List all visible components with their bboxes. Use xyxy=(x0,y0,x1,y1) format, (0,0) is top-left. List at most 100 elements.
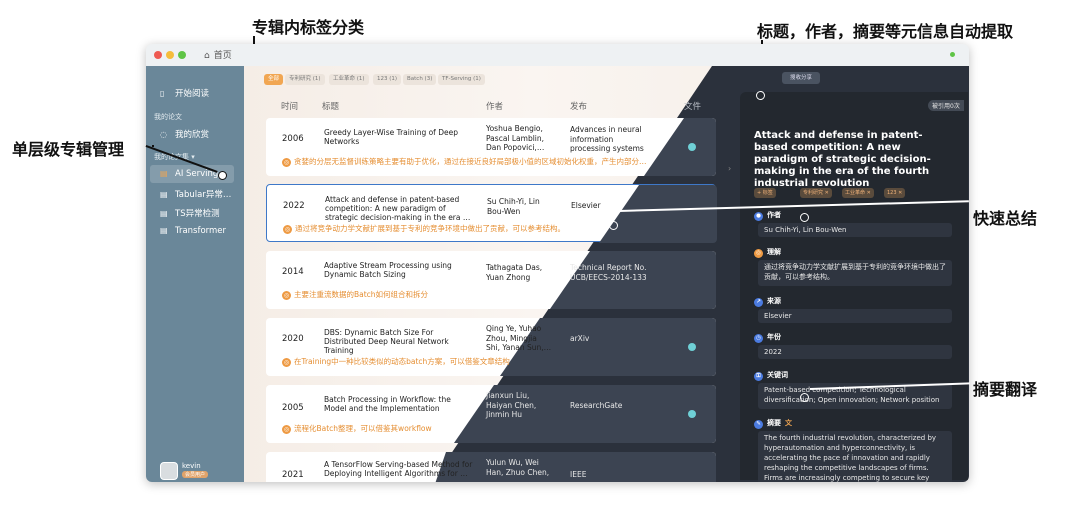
year-label: ◷ 年份 xyxy=(754,332,781,343)
sidebar-item-transformer[interactable]: ▤ Transformer xyxy=(160,226,226,236)
paper-note: ◎ 流程化Batch整理，可以借鉴其workflow xyxy=(282,423,702,434)
column-header-venue[interactable]: 发布 xyxy=(570,100,587,112)
paper-year: 2021 xyxy=(282,470,304,480)
sidebar-item-tabular[interactable]: ▤ Tabular异常… xyxy=(160,188,231,200)
paper-note-text: 贪婪的分层无监督训练策略主要有助于优化，通过在接近良好局部极小值的区域初始化权重… xyxy=(294,157,647,166)
minimize-window-button[interactable] xyxy=(166,51,174,59)
paper-venue: ResearchGate xyxy=(570,401,623,410)
column-header-file[interactable]: 文件 xyxy=(684,100,701,112)
paper-venue: arXiv xyxy=(570,334,590,343)
status-dot-icon xyxy=(950,52,955,57)
paper-venue: Advances in neural information processin… xyxy=(570,125,644,153)
table-row[interactable]: 2014 Adaptive Stream Processing using Dy… xyxy=(266,251,716,309)
folder-icon: ▤ xyxy=(160,169,168,178)
paper-note-text: 通过将竞争动力学文献扩展到基于专利的竞争环境中做出了贡献，可以参考结构。 xyxy=(295,224,565,233)
callout-dot xyxy=(756,91,765,100)
paper-year: 2005 xyxy=(282,403,304,413)
tab-industrial[interactable]: 工业革命 (1) xyxy=(329,74,369,85)
column-header-author[interactable]: 作者 xyxy=(486,100,503,112)
home-icon: ⌂ xyxy=(204,51,210,61)
sidebar-item-ai-serving[interactable]: ▤ AI Serving xyxy=(160,169,218,179)
keywords-label: ⚿ 关键词 xyxy=(754,370,788,381)
lightbulb-icon: ◎ xyxy=(282,358,291,367)
lightbulb-icon: ◎ xyxy=(282,425,291,434)
user-badge: 会员用户 xyxy=(182,471,209,478)
column-header-time[interactable]: 时间 xyxy=(281,100,298,112)
close-window-button[interactable] xyxy=(154,51,162,59)
translate-icon[interactable]: 文 xyxy=(785,419,792,427)
tag-chip[interactable]: 123 ✕ xyxy=(884,188,906,198)
detail-title: Attack and defense in patent-based compe… xyxy=(754,130,931,189)
paper-authors: Yulun Wu, Wei Han, Zhuo Chen, … xyxy=(486,458,550,482)
sidebar-item-ts[interactable]: ▤ TS异常检测 xyxy=(160,207,220,219)
callout-meta-extraction: 标题，作者，摘要等元信息自动提取 xyxy=(757,22,1014,41)
source-label: ↗ 来源 xyxy=(754,296,781,307)
paper-title: DBS: Dynamic Batch Size For Distributed … xyxy=(324,328,449,355)
avatar[interactable] xyxy=(160,462,178,480)
search-share-button[interactable]: 搜收分享 xyxy=(782,72,820,84)
paper-authors: Tathagata Das, Yuan Zhong xyxy=(486,263,543,282)
paper-authors: Yoshua Bengio, Pascal Lamblin, Dan Popov… xyxy=(486,124,545,152)
abstract-value[interactable]: The fourth industrial revolution, charac… xyxy=(758,431,952,482)
callout-abstract-translation: 摘要翻译 xyxy=(973,380,1038,399)
paper-venue: IEEE xyxy=(570,470,587,479)
sidebar-item-label: 我的欣赏 xyxy=(175,130,210,140)
year-value[interactable]: 2022 xyxy=(758,345,952,359)
main-area: 全部 专利研究 (1) 工业革命 (1) 123 (1) Batch (3) T… xyxy=(244,66,969,482)
paper-note: ◎ 通过将竞争动力学文献扩展到基于专利的竞争环境中做出了贡献，可以参考结构。 xyxy=(283,223,703,234)
folder-icon: ▤ xyxy=(160,226,168,235)
paper-authors: Qing Ye, Yuhao Zhou, Mingjia Shi, Yanan … xyxy=(486,324,552,352)
folder-icon: ▤ xyxy=(160,209,168,218)
callout-dot xyxy=(800,393,809,402)
folder-icon: ▤ xyxy=(160,190,168,199)
person-icon: ● xyxy=(754,212,763,221)
paper-year: 2020 xyxy=(282,334,304,344)
source-value[interactable]: Elsevier xyxy=(758,309,952,323)
maximize-window-button[interactable] xyxy=(178,51,186,59)
paper-title: Attack and defense in patent-based compe… xyxy=(325,195,471,222)
tag-chip[interactable]: 专利研究 ✕ xyxy=(800,188,832,198)
table-row[interactable]: 2005 Batch Processing in Workflow: the M… xyxy=(266,385,716,443)
author-value[interactable]: Su Chih-Yi, Lin Bou-Wen xyxy=(758,223,952,237)
callout-tag-classification: 专辑内标签分类 xyxy=(252,18,365,37)
citation-badge[interactable]: 被引用0次 xyxy=(928,100,964,111)
add-tag-button[interactable]: + 标签 xyxy=(754,188,776,198)
sidebar-item-start-reading[interactable]: ▯ 开始阅读 xyxy=(160,87,209,99)
paper-authors: Jianxun Liu, Haiyan Chen, Jinmin Hu xyxy=(486,391,537,419)
table-row[interactable]: 2020 DBS: Dynamic Batch Size For Distrib… xyxy=(266,318,716,376)
sidebar-item-label: Transformer xyxy=(175,226,227,236)
tab-batch[interactable]: Batch (3) xyxy=(403,74,437,85)
tab-tf-serving[interactable]: TF-Serving (1) xyxy=(438,74,485,85)
paper-note-text: 在Training中一种比较类似的动态batch方案，可以借鉴文章结构 xyxy=(294,357,510,366)
tab-all[interactable]: 全部 xyxy=(264,74,284,85)
paper-note: ◎ 主要注重流数据的Batch如何组合和拆分 xyxy=(282,289,702,300)
table-row-selected[interactable]: 2022 Attack and defense in patent-based … xyxy=(266,184,717,243)
favorite-icon: ◌ xyxy=(160,130,167,139)
lightbulb-icon: ◎ xyxy=(283,225,292,234)
paper-year: 2022 xyxy=(283,201,305,211)
callout-dot xyxy=(609,221,618,230)
summary-value[interactable]: 通过将竞争动力学文献扩展到基于专利的竞争环境中做出了贡献，可以参考结构。 xyxy=(758,260,952,286)
abstract-icon: ✎ xyxy=(754,420,763,429)
paper-authors: Su Chih-Yi, Lin Bou-Wen xyxy=(487,197,540,216)
tab-123[interactable]: 123 (1) xyxy=(373,74,402,85)
table-row[interactable]: 2021 A TensorFlow Serving-based Method f… xyxy=(266,452,716,482)
callout-dot xyxy=(218,171,227,180)
home-tab[interactable]: ⌂ 首页 xyxy=(204,48,232,61)
file-status-icon[interactable] xyxy=(688,343,696,351)
author-label: ● 作者 xyxy=(754,210,781,221)
column-header-title[interactable]: 标题 xyxy=(322,100,339,112)
collapse-panel-icon[interactable]: › xyxy=(728,164,731,173)
clock-icon: ◷ xyxy=(754,334,763,343)
table-row[interactable]: 2006 Greedy Layer-Wise Training of Deep … xyxy=(266,118,716,176)
user-name: kevin xyxy=(182,462,201,470)
paper-venue: Technical Report No. UCB/EECS-2014-133 xyxy=(570,263,647,282)
file-status-icon[interactable] xyxy=(688,143,696,151)
sidebar-item-favorites[interactable]: ◌ 我的欣赏 xyxy=(160,128,209,140)
paper-year: 2006 xyxy=(282,134,304,144)
lightbulb-icon: ◎ xyxy=(754,249,763,258)
detail-panel: Attack and defense in patent-based compe… xyxy=(740,92,968,482)
tab-patent[interactable]: 专利研究 (1) xyxy=(285,74,325,85)
tag-chip[interactable]: 工业革命 ✕ xyxy=(842,188,874,198)
file-status-icon[interactable] xyxy=(688,410,696,418)
